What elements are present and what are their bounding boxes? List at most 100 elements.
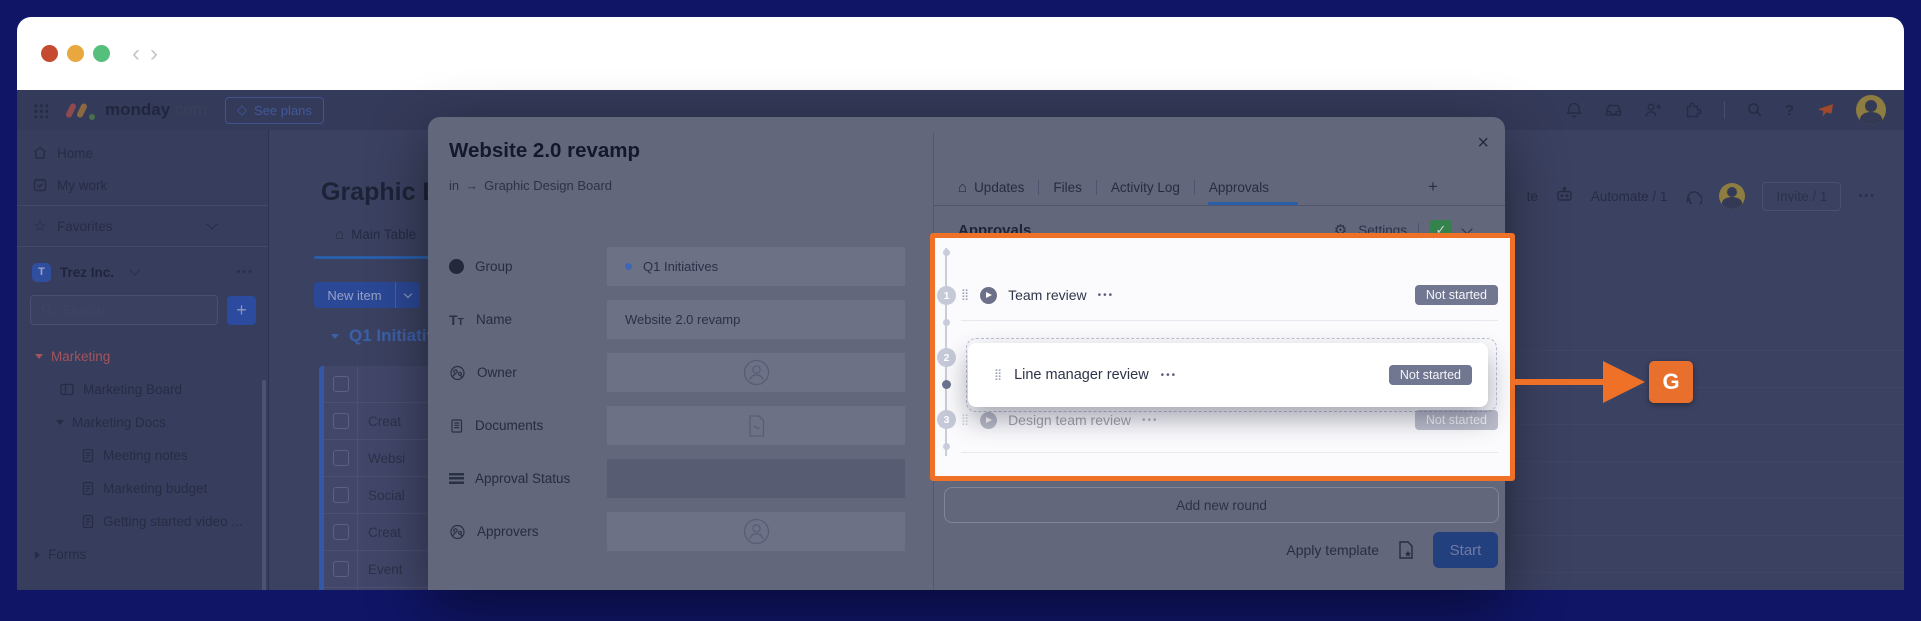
group-value-cell[interactable]: Q1 Initiatives (607, 247, 905, 286)
add-board-button[interactable]: + (227, 296, 256, 325)
search-icon[interactable] (1746, 101, 1764, 119)
tab-approvals[interactable]: Approvals (1209, 180, 1269, 195)
sidebar-item-marketing-board[interactable]: Marketing Board (17, 373, 268, 406)
documents-value-cell[interactable] (607, 406, 905, 445)
sidebar-item-marketing-docs[interactable]: Marketing Docs (17, 406, 268, 439)
modal-tab-bar: ⌂Updates Files Activity Log Approvals (934, 170, 1505, 206)
dragged-round-card[interactable]: ⣿ Line manager review ••• Not started (968, 343, 1488, 407)
forward-icon[interactable]: › (150, 42, 158, 66)
annotation-arrow-head (1603, 361, 1645, 403)
sidebar-scrollbar[interactable] (262, 380, 266, 590)
field-row-name: TTName Website 2.0 revamp (449, 300, 933, 339)
star-icon: ☆ (32, 217, 48, 235)
chevron-down-icon (206, 218, 217, 229)
member-avatar[interactable] (1719, 183, 1745, 209)
add-new-round-button[interactable]: Add new round (944, 487, 1499, 523)
workspace-switcher[interactable]: T Trez Inc. ••• (17, 257, 268, 287)
invite-button[interactable]: Invite / 1 (1762, 182, 1841, 211)
row-checkbox[interactable] (333, 487, 349, 503)
sidebar-item-meeting-notes[interactable]: Meeting notes (17, 439, 268, 472)
tab-activity-log[interactable]: Activity Log (1111, 180, 1180, 195)
help-icon[interactable]: ? (1785, 102, 1794, 119)
select-all-checkbox[interactable] (333, 376, 349, 392)
row-checkbox[interactable] (333, 450, 349, 466)
name-value-cell[interactable]: Website 2.0 revamp (607, 300, 905, 339)
invite-members-icon[interactable] (1644, 101, 1663, 119)
home-icon: ⌂ (958, 180, 967, 195)
round-more-icon[interactable]: ••• (1161, 370, 1178, 381)
sidebar-item-home[interactable]: Home (17, 140, 268, 166)
new-item-dropdown[interactable] (395, 282, 420, 308)
sidebar-item-favorites[interactable]: ☆ Favorites (17, 213, 268, 239)
sidebar-divider (17, 205, 268, 206)
tab-main-table[interactable]: ⌂ Main Table (335, 227, 416, 242)
row-checkbox[interactable] (333, 524, 349, 540)
apps-grid-icon[interactable] (33, 103, 48, 118)
round-more-icon[interactable]: ••• (1142, 415, 1159, 426)
sidebar-item-marketing-folder[interactable]: Marketing (17, 340, 268, 373)
person-placeholder-icon (743, 359, 770, 386)
start-button[interactable]: Start (1433, 532, 1498, 568)
sidebar-item-my-work[interactable]: My work (17, 172, 268, 198)
round-row-team-review[interactable]: ⣿ Team review ••• Not started (961, 276, 1498, 314)
field-row-group: Group Q1 Initiatives (449, 247, 933, 286)
status-badge[interactable]: Not started (1415, 285, 1498, 305)
sidebar-item-forms[interactable]: Forms (17, 538, 268, 571)
template-file-icon[interactable] (1397, 540, 1415, 560)
new-item-button[interactable]: New item (314, 282, 420, 308)
add-tab-button[interactable]: + (1428, 177, 1438, 197)
sidebar-item-getting-started-video[interactable]: Getting started video ... (17, 505, 268, 538)
home-icon: ⌂ (335, 227, 344, 242)
inbox-icon[interactable] (1604, 101, 1623, 119)
drag-handle-icon[interactable]: ⣿ (994, 370, 1002, 381)
breadcrumb-board-link[interactable]: Graphic Design Board (484, 178, 612, 193)
approval-status-value-cell[interactable] (607, 459, 905, 498)
active-tab-underline (314, 256, 429, 259)
apps-marketplace-icon[interactable] (1684, 101, 1703, 119)
screenshot-canvas: ‹ › monday.com ◇ See plans (0, 0, 1921, 621)
workspace-more-icon[interactable]: ••• (236, 266, 254, 278)
notifications-bell-icon[interactable] (1565, 101, 1583, 119)
minimize-window-button[interactable] (67, 45, 84, 62)
sidebar-divider (17, 246, 268, 247)
tab-updates[interactable]: ⌂Updates (958, 180, 1024, 195)
apply-template-button[interactable]: Apply template (1286, 542, 1379, 558)
sidebar-search-input[interactable]: Search (30, 295, 218, 325)
automate-button[interactable]: Automate / 1 (1591, 189, 1668, 204)
back-icon[interactable]: ‹ (132, 42, 140, 66)
logo-text: monday.com (105, 100, 207, 120)
round-number-1: 1 (937, 286, 956, 305)
whats-new-icon[interactable] (1815, 101, 1835, 119)
caret-right-icon (35, 551, 40, 559)
sidebar: Home My work ☆ Favorites T Trez Inc. (17, 130, 269, 590)
see-plans-button[interactable]: ◇ See plans (225, 97, 324, 124)
user-avatar[interactable] (1856, 95, 1886, 125)
monday-logo[interactable]: monday.com (68, 100, 207, 120)
annotation-arrow-line (1513, 379, 1610, 385)
play-icon[interactable] (980, 412, 997, 429)
group-color-dot (625, 263, 632, 270)
logo-bar-orange (76, 102, 88, 118)
status-badge[interactable]: Not started (1389, 365, 1472, 385)
zoom-window-button[interactable] (93, 45, 110, 62)
close-window-button[interactable] (41, 45, 58, 62)
owner-value-cell[interactable] (607, 353, 905, 392)
integrate-button[interactable]: te (1527, 189, 1538, 204)
approvers-value-cell[interactable] (607, 512, 905, 551)
drag-handle-icon[interactable]: ⣿ (961, 290, 969, 301)
calendar-check-icon (32, 177, 48, 193)
row-checkbox[interactable] (333, 561, 349, 577)
row-checkbox[interactable] (333, 413, 349, 429)
chat-bubble-icon[interactable] (1684, 186, 1702, 207)
play-icon[interactable] (980, 287, 997, 304)
automate-robot-icon[interactable] (1555, 186, 1574, 206)
item-title: Website 2.0 revamp (449, 139, 640, 163)
drag-handle-icon[interactable]: ⣿ (961, 415, 969, 426)
board-more-icon[interactable]: ••• (1858, 190, 1876, 202)
round-more-icon[interactable]: ••• (1098, 290, 1115, 301)
status-badge[interactable]: Not started (1415, 410, 1498, 430)
people-icon (449, 365, 466, 381)
sidebar-item-marketing-budget[interactable]: Marketing budget (17, 472, 268, 505)
tab-files[interactable]: Files (1053, 180, 1082, 195)
browser-chrome: ‹ › (17, 17, 1904, 90)
